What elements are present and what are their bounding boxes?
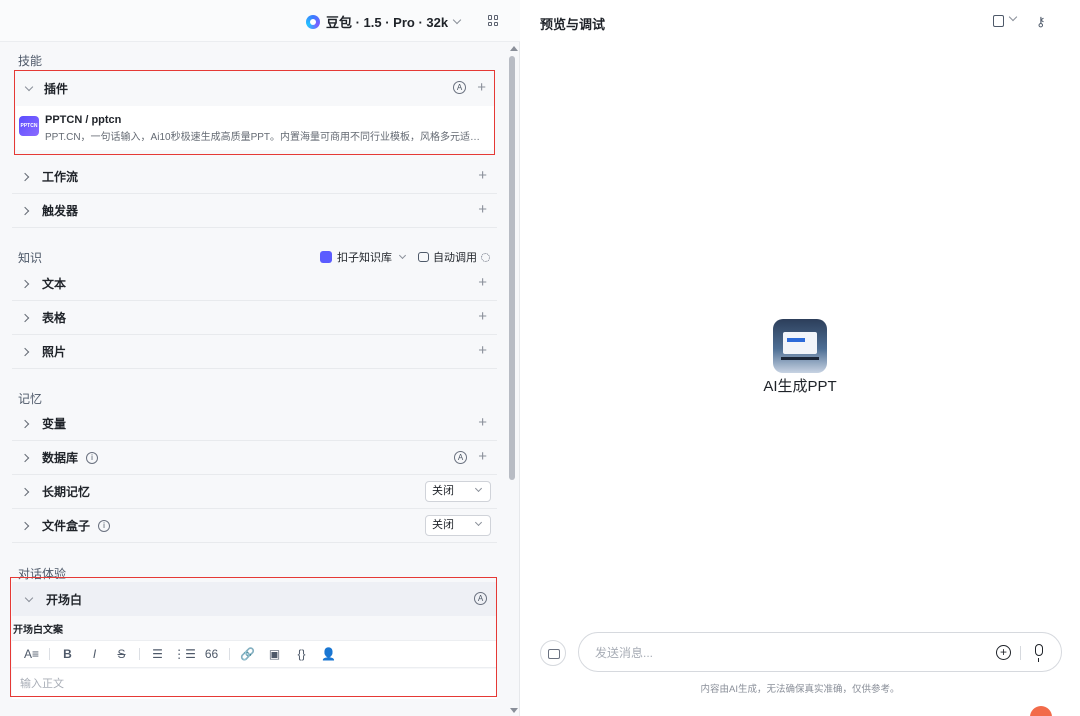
monitor-stand [781, 357, 819, 360]
auto-mode-icon[interactable]: A [453, 81, 466, 94]
photo-row[interactable]: 照片 + [12, 335, 497, 369]
microphone-icon[interactable] [1035, 644, 1043, 662]
knowledge-base-label: 扣子知识库 [337, 252, 392, 264]
workflow-label: 工作流 [42, 170, 79, 184]
bot-shortcut-icon[interactable] [540, 640, 566, 666]
chevron-down-icon [474, 484, 483, 493]
add-text-button[interactable]: + [478, 275, 487, 291]
chevron-right-icon [20, 206, 30, 215]
add-table-button[interactable]: + [478, 309, 487, 325]
knowledge-base-icon [320, 251, 332, 263]
info-icon[interactable]: i [98, 519, 111, 532]
table-row-knowledge[interactable]: 表格 + [12, 301, 497, 335]
chevron-right-icon [20, 521, 30, 530]
variable-row[interactable]: 变量 + [12, 407, 497, 441]
left-config-panel: 豆包 · 1.5 · Pro · 32k 技能 插件 A + PPTCN PPT… [0, 0, 520, 716]
add-database-button[interactable]: + [478, 449, 487, 465]
scroll-down-arrow-icon[interactable] [510, 708, 518, 713]
chevron-down-icon [24, 82, 34, 91]
opening-highlight-box [10, 577, 497, 697]
chevron-right-icon [20, 347, 30, 356]
plugin-name: PPTCN / pptcn [45, 114, 122, 126]
scroll-up-arrow-icon[interactable] [510, 46, 518, 51]
variable-label: 变量 [42, 417, 67, 431]
long-term-memory-label: 长期记忆 [42, 485, 91, 499]
plugin-row[interactable]: 插件 A + [16, 71, 494, 105]
file-box-label: 文件盒子 [42, 519, 91, 533]
long-term-memory-row[interactable]: 长期记忆 关闭 [12, 475, 497, 509]
auto-call-setting[interactable]: 自动调用 [418, 249, 490, 265]
info-icon[interactable]: i [86, 451, 99, 464]
database-row[interactable]: 数据库 i A + [12, 441, 497, 475]
database-label: 数据库 [42, 451, 79, 465]
doubao-logo-icon [306, 14, 320, 29]
plugin-item-pptcn[interactable]: PPTCN PPTCN / pptcn PPT.CN，一句话输入，Ai10秒极速… [16, 106, 494, 150]
text-label: 文本 [42, 277, 67, 291]
add-workflow-button[interactable]: + [478, 168, 487, 184]
chevron-down-icon [474, 518, 483, 527]
file-box-select[interactable]: 关闭 [425, 515, 491, 536]
auto-mode-icon[interactable]: A [454, 451, 467, 464]
debug-settings-icon[interactable] [993, 15, 1004, 27]
chevron-right-icon [20, 313, 30, 322]
trigger-row[interactable]: 触发器 + [12, 194, 497, 228]
long-term-memory-select[interactable]: 关闭 [425, 481, 491, 502]
add-plugin-button[interactable]: + [477, 79, 486, 96]
add-photo-button[interactable]: + [478, 343, 487, 359]
preview-title: 预览与调试 [540, 17, 606, 32]
chevron-down-icon [398, 251, 407, 260]
add-variable-button[interactable]: + [478, 415, 487, 431]
monitor-icon [783, 332, 817, 354]
left-header: 豆包 · 1.5 · Pro · 32k [0, 0, 520, 42]
chevron-right-icon [20, 279, 30, 288]
workflow-row[interactable]: 工作流 + [12, 160, 497, 194]
table-label: 表格 [42, 311, 67, 325]
input-divider [1020, 646, 1021, 660]
chevron-right-icon [20, 487, 30, 496]
chevron-down-icon [452, 15, 462, 25]
pptcn-logo-icon: PPTCN [19, 116, 39, 136]
scrollbar-thumb[interactable] [509, 56, 515, 480]
model-selector[interactable]: 豆包 · 1.5 · Pro · 32k [306, 12, 462, 31]
plugin-description: PPT.CN，一句话输入，Ai10秒极速生成高质量PPT。内置海量可商用不同行业… [45, 132, 490, 143]
chevron-down-icon[interactable] [1008, 12, 1018, 22]
bot-avatar [773, 319, 827, 373]
chevron-right-icon [20, 453, 30, 462]
chevron-right-icon [20, 419, 30, 428]
key-icon[interactable]: ⚷ [1036, 14, 1046, 30]
plugin-label: 插件 [44, 81, 69, 96]
chevron-right-icon [20, 172, 30, 181]
long-term-memory-value: 关闭 [432, 485, 454, 497]
section-title-knowledge: 知识 [18, 251, 43, 265]
trigger-label: 触发器 [42, 204, 79, 218]
grid-icon[interactable] [488, 15, 499, 26]
bot-icon [418, 252, 429, 262]
file-box-value: 关闭 [432, 519, 454, 531]
auto-call-label: 自动调用 [433, 252, 477, 264]
gear-icon[interactable] [481, 252, 490, 262]
add-attachment-icon[interactable]: + [996, 645, 1011, 660]
knowledge-base-selector[interactable]: 扣子知识库 [320, 249, 407, 265]
floating-assistant-button[interactable] [1030, 706, 1052, 716]
model-label: 豆包 · 1.5 · Pro · 32k [326, 15, 449, 30]
bot-name: AI生成PPT [763, 378, 837, 395]
file-box-row[interactable]: 文件盒子 i 关闭 [12, 509, 497, 543]
section-title-memory: 记忆 [18, 392, 43, 406]
text-row[interactable]: 文本 + [12, 267, 497, 301]
message-input[interactable] [595, 643, 955, 663]
photo-label: 照片 [42, 345, 67, 359]
ai-disclaimer: 内容由AI生成，无法确保真实准确，仅供参考。 [700, 684, 900, 695]
chat-input-box: + [578, 632, 1062, 672]
add-trigger-button[interactable]: + [478, 202, 487, 218]
section-title-skills: 技能 [18, 54, 43, 68]
